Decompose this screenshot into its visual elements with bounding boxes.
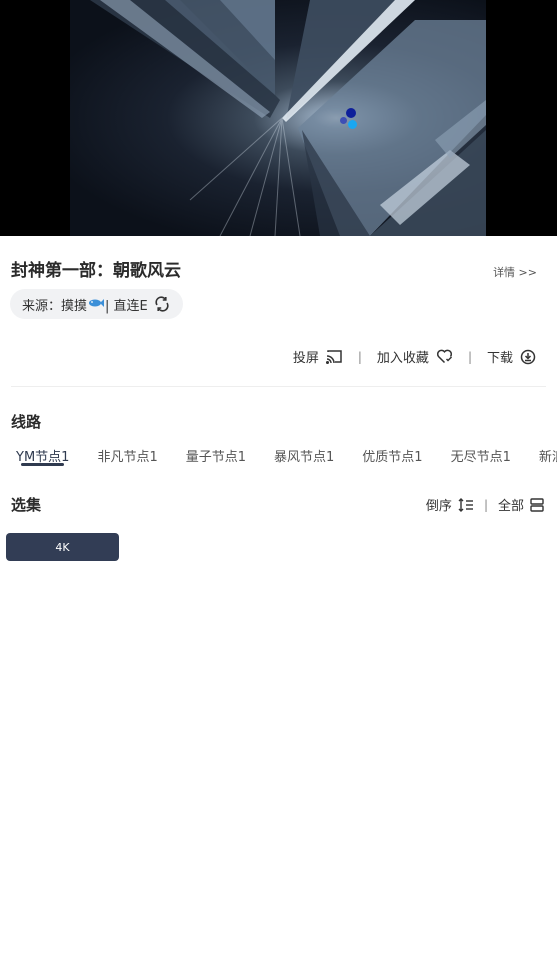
video-player[interactable] xyxy=(0,0,557,236)
separator: | xyxy=(483,497,488,512)
line-tab-label: 暴风节点1 xyxy=(274,450,335,465)
line-tabs: YM节点1 非凡节点1 量子节点1 暴风节点1 优质节点1 无尽节点1 新浪 xyxy=(16,446,557,466)
grid-list-icon xyxy=(530,497,544,512)
line-tab[interactable]: 优质节点1 xyxy=(362,446,422,465)
download-button[interactable]: 下载 xyxy=(487,347,536,366)
line-tab-label: 优质节点1 xyxy=(362,450,423,465)
line-tab[interactable]: 量子节点1 xyxy=(186,446,246,465)
source-suffix: | 直连E xyxy=(105,298,148,314)
show-all-label: 全部 xyxy=(497,499,524,514)
cast-label: 投屏 xyxy=(292,351,319,366)
details-link[interactable]: 详情 >> xyxy=(493,264,537,280)
sort-label: 倒序 xyxy=(425,499,452,514)
sort-icon xyxy=(458,497,473,512)
divider xyxy=(11,386,546,387)
cast-icon xyxy=(325,350,342,364)
video-title: 封神第一部：朝歌风云 xyxy=(11,261,181,281)
source-prefix: 来源：摸摸 xyxy=(22,298,88,314)
line-tab[interactable]: 非凡节点1 xyxy=(97,446,157,465)
download-label: 下载 xyxy=(486,351,513,366)
cast-button[interactable]: 投屏 xyxy=(293,347,343,366)
line-tab-label: 新浪 xyxy=(538,450,557,465)
line-tab[interactable]: 暴风节点1 xyxy=(274,446,334,465)
refresh-icon[interactable] xyxy=(154,296,170,312)
active-tab-indicator xyxy=(21,463,64,466)
episode-controls: 倒序 | 全部 xyxy=(426,495,544,514)
episode-label: 4K xyxy=(55,540,70,554)
favorite-button[interactable]: 加入收藏 xyxy=(377,347,453,366)
download-icon xyxy=(520,349,536,364)
episodes-title: 选集 xyxy=(11,496,42,514)
line-tab-label: 无尽节点1 xyxy=(450,450,511,465)
video-frame[interactable] xyxy=(70,0,486,236)
lines-title: 线路 xyxy=(11,413,42,431)
separator: | xyxy=(467,349,472,364)
fish-icon xyxy=(88,297,105,311)
show-all-button[interactable]: 全部 xyxy=(498,495,544,514)
line-tab-label: 非凡节点1 xyxy=(97,450,158,465)
loading-dots-icon xyxy=(338,106,362,132)
video-still-image xyxy=(90,0,486,236)
sort-button[interactable]: 倒序 xyxy=(426,495,474,514)
source-selector[interactable]: 来源：摸摸 | 直连E xyxy=(10,289,183,319)
line-tab-label: 量子节点1 xyxy=(185,450,246,465)
heart-icon xyxy=(436,349,452,364)
line-tab[interactable]: YM节点1 xyxy=(16,446,69,466)
episode-button[interactable]: 4K xyxy=(6,533,119,561)
favorite-label: 加入收藏 xyxy=(376,351,429,366)
line-tab[interactable]: 无尽节点1 xyxy=(451,446,511,465)
separator: | xyxy=(357,349,362,364)
action-bar: 投屏 | 加入收藏 | 下载 xyxy=(293,347,536,366)
line-tab[interactable]: 新浪 xyxy=(539,446,557,465)
